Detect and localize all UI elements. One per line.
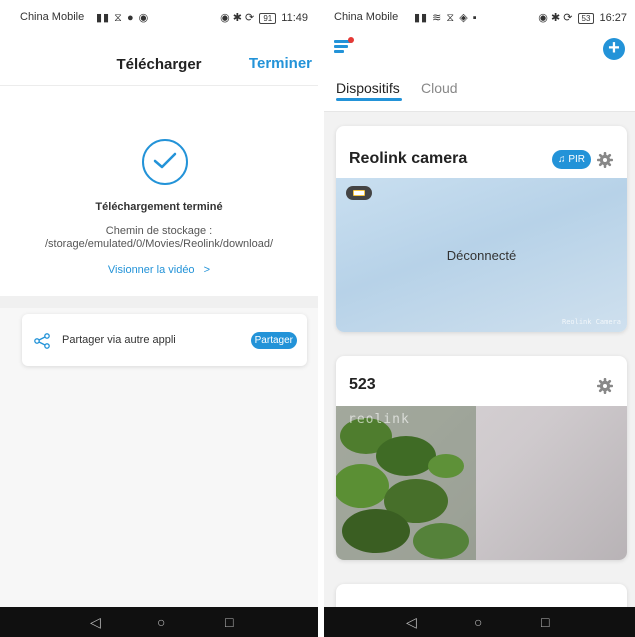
share-button[interactable]: Partager — [250, 332, 297, 349]
finish-button[interactable]: Terminer — [249, 55, 312, 72]
active-tab-indicator — [336, 98, 402, 101]
notification-dot — [348, 37, 354, 43]
status-bar: China Mobile ▮▮ ⧖ ● ◉ ◉ ✱ ⟳ 91 11:49 — [0, 0, 318, 34]
storage-path-value: /storage/emulated/0/Movies/Reolink/downl… — [44, 238, 274, 250]
signal-icons: ▮▮ ⧖ ● ◉ — [96, 12, 150, 24]
menu-icon[interactable] — [334, 37, 354, 54]
status-icons-right: ◉ ✱ ⟳ 91 11:49 — [220, 12, 308, 24]
download-header: Télécharger Terminer — [0, 34, 318, 86]
share-label: Partager via autre appli — [62, 334, 176, 346]
camera-name: 523 — [349, 376, 376, 393]
pir-badge[interactable]: ♫ PIR — [552, 150, 591, 169]
bell-icon: ♫ — [558, 154, 566, 165]
download-screen: China Mobile ▮▮ ⧖ ● ◉ ◉ ✱ ⟳ 91 11:49 Tél… — [0, 0, 318, 637]
carrier-label: China Mobile — [334, 11, 399, 23]
devices-screen: China Mobile ▮▮ ≋ ⧖ ◈ ▪ ◉ ✱ ⟳ 53 16:27 +… — [324, 0, 635, 637]
plant-image — [336, 406, 476, 560]
section-divider — [0, 296, 318, 308]
system-nav-bar: ◁ ○ □ — [324, 607, 635, 637]
clock: 16:27 — [599, 12, 627, 24]
status-icons-right: ◉ ✱ ⟳ 53 16:27 — [538, 12, 627, 24]
home-nav-icon[interactable]: ○ — [157, 614, 165, 630]
camera-brand-watermark: reolink — [348, 412, 410, 427]
camera-name: Reolink camera — [349, 150, 468, 167]
home-nav-icon[interactable]: ○ — [474, 614, 482, 630]
add-device-icon[interactable]: + — [603, 38, 625, 60]
back-nav-icon[interactable]: ◁ — [90, 614, 101, 631]
recents-nav-icon[interactable]: □ — [541, 614, 549, 630]
system-nav-bar: ◁ ○ □ — [0, 607, 318, 637]
battery-status-icon — [346, 186, 372, 200]
view-video-label: Visionner la vidéo — [107, 264, 195, 276]
battery-icon: 91 — [259, 13, 277, 24]
gear-icon[interactable] — [597, 152, 613, 168]
share-card: Partager via autre appli Partager — [22, 314, 307, 366]
disconnected-status: Déconnecté — [446, 248, 517, 263]
storage-path-label: Chemin de stockage : — [105, 225, 213, 237]
camera-card[interactable]: 523 reolink — [336, 356, 627, 560]
share-icon — [34, 333, 50, 349]
camera-watermark: Reolink Camera — [561, 318, 621, 326]
chevron-right-icon: > — [203, 264, 211, 276]
signal-icons: ▮▮ ≋ ⧖ ◈ ▪ — [414, 12, 478, 24]
app-bar: + Dispositifs Cloud — [324, 28, 635, 112]
gear-icon[interactable] — [597, 378, 613, 394]
view-video-link[interactable]: Visionner la vidéo > — [0, 264, 318, 276]
clock: 11:49 — [281, 12, 308, 24]
pir-label: PIR — [568, 154, 585, 165]
battery-icon: 53 — [577, 13, 595, 24]
tab-devices[interactable]: Dispositifs — [336, 80, 400, 96]
camera-preview[interactable]: reolink — [336, 406, 627, 560]
back-nav-icon[interactable]: ◁ — [406, 614, 417, 631]
download-complete-text: Téléchargement terminé — [95, 201, 223, 213]
carrier-label: China Mobile — [20, 11, 85, 23]
tab-cloud[interactable]: Cloud — [421, 80, 458, 96]
check-circle-icon — [142, 139, 188, 185]
recents-nav-icon[interactable]: □ — [225, 614, 233, 630]
camera-preview[interactable]: Déconnecté Reolink Camera — [336, 178, 627, 332]
camera-card[interactable]: Reolink camera ♫ PIR Déconnecté Reolink … — [336, 126, 627, 332]
